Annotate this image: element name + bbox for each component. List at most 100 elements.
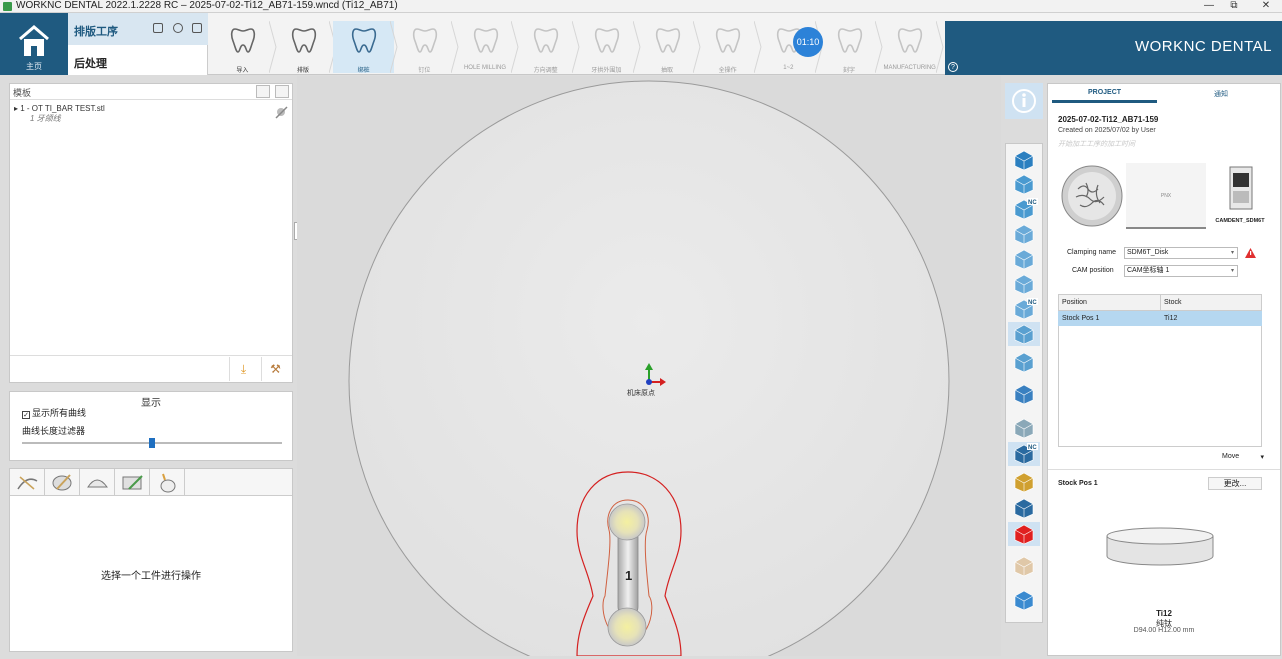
column-header-stock[interactable]: Stock [1160, 294, 1262, 311]
shape-tool-icon [87, 479, 108, 488]
tooth-view-icon[interactable] [1008, 350, 1040, 374]
show-all-curves-checkbox[interactable]: ✓ 显示所有曲线 [22, 406, 86, 419]
alert-icon[interactable] [1008, 522, 1040, 546]
machine-card[interactable]: CAMDENT_SDM6T [1206, 163, 1274, 229]
tooth-icon [352, 28, 377, 53]
workflow-step-11[interactable]: 刻字 [819, 21, 883, 74]
workflow-step-3[interactable]: 绑桩 [333, 21, 398, 74]
operations-message: 选择一个工件进行操作 [101, 571, 201, 582]
tab-project[interactable]: PROJECT [1052, 89, 1157, 96]
collapse-all-icon[interactable] [275, 85, 289, 98]
tab-brush-tool[interactable] [115, 469, 150, 496]
models-header-label: 模板 [13, 88, 32, 98]
home-label: 主页 [26, 62, 42, 71]
workflow-step-12[interactable]: MANUFACTURING [879, 21, 944, 73]
tooth-icon [412, 28, 438, 53]
part-preview-icon[interactable] [1008, 554, 1040, 578]
stock-pos-label: Stock Pos 1 [1058, 480, 1098, 487]
length-filter-knob[interactable] [149, 438, 155, 448]
viewport-canvas[interactable] [297, 76, 1001, 659]
tab-edit-tool[interactable] [45, 469, 80, 496]
front-view-icon[interactable] [1008, 247, 1040, 271]
cylinder-view-icon[interactable] [1008, 416, 1040, 440]
cam-position-label: CAM position [1072, 267, 1114, 274]
warning-icon[interactable] [1245, 248, 1256, 258]
workflow-step-5[interactable]: HOLE MILLING [455, 21, 519, 73]
tab-curve-tool[interactable] [10, 469, 45, 496]
tooth-icon [534, 28, 559, 53]
tab-notifications[interactable]: 通知 [1166, 89, 1276, 99]
tool-holder-icon[interactable] [1008, 470, 1040, 494]
hide-part-icon[interactable] [1008, 322, 1040, 346]
export-icon[interactable] [192, 23, 202, 33]
settings-icon[interactable] [173, 23, 183, 33]
workflow-step-4[interactable]: 钉位 [394, 21, 459, 74]
stock-preview-card[interactable] [1058, 163, 1126, 229]
title-bar: WORKNC DENTAL 2022.1.2228 RC – 2025-07-0… [0, 0, 1282, 13]
workflow-step-2[interactable]: 排版 [273, 21, 337, 74]
column-header-position[interactable]: Position [1058, 294, 1161, 311]
length-filter-label: 曲线长度过滤器 [22, 426, 86, 436]
top-view-icon[interactable] [1008, 222, 1040, 246]
workflow-step-label: HOLE MILLING [463, 65, 506, 71]
chevron-down-icon: ▾ [1230, 268, 1234, 274]
workflow-step-1[interactable]: 导入 [212, 21, 277, 74]
wb-data-icon[interactable] [1008, 496, 1040, 520]
3d-viewport[interactable]: 机床原点 1 [297, 76, 1001, 659]
nc-view-icon[interactable]: NC [1008, 197, 1040, 221]
brand-name: WORKNC DENTAL [1134, 38, 1272, 55]
side-view-icon-glyph [1014, 274, 1034, 295]
cam-position-select[interactable]: CAM坐标轴 1 ▾ [1124, 265, 1238, 277]
curve-tool-icon [17, 476, 38, 490]
task-next-label[interactable]: 后处理 [74, 55, 107, 71]
workflow-step-6[interactable]: 方向调整 [515, 21, 580, 74]
model-item-sub: 1 牙颌线 [30, 114, 61, 123]
tool-icon[interactable]: ⚒ [261, 357, 289, 381]
import-icon[interactable]: ⤓ [229, 357, 257, 381]
hide-part-icon-glyph [1014, 324, 1034, 345]
cam-position-value: CAM坐标轴 1 [1127, 267, 1170, 274]
minimize-button[interactable]: — [1197, 0, 1221, 12]
workflow-step-8[interactable]: 抽取 [637, 21, 701, 74]
info-button[interactable] [1005, 83, 1043, 119]
move-dropdown[interactable]: Move ▾ [1208, 453, 1266, 461]
iso-view-icon[interactable] [1008, 172, 1040, 196]
middle-card-label: PNX [1160, 193, 1172, 199]
workflow-step-9[interactable]: 全操作 [697, 21, 762, 74]
brand-banner: WORKNC DENTAL ? [945, 21, 1282, 75]
workflow-step-7[interactable]: 牙拱外围加 [576, 21, 641, 74]
ring-view-icon-glyph [1014, 384, 1034, 405]
timer-badge: 01:10 [793, 27, 823, 57]
table-row[interactable]: Stock Pos 1 Ti12 [1058, 310, 1262, 326]
change-button[interactable]: 更改... [1208, 477, 1262, 490]
tab-shape-tool[interactable] [80, 469, 115, 496]
hide-model-icon[interactable] [275, 106, 289, 120]
task-active-label: 排版工序 [74, 26, 118, 38]
fit-view-icon[interactable] [1008, 148, 1040, 172]
svg-text:NC: NC [1028, 200, 1037, 206]
edit-tool-icon [52, 474, 72, 491]
tooth-icon [837, 28, 862, 53]
nc-axis-icon[interactable]: NC [1008, 442, 1040, 466]
maximize-button[interactable]: ⧉ [1222, 0, 1246, 12]
nc-side-view-icon[interactable]: NC [1008, 297, 1040, 321]
model-item[interactable]: ▸ 1 - OT TI_BAR TEST.stl [14, 104, 105, 113]
table-header-row: Position Stock [1058, 294, 1262, 311]
middle-card[interactable]: PNX [1126, 163, 1206, 229]
side-view-icon[interactable] [1008, 272, 1040, 296]
help-icon[interactable]: ? [948, 62, 958, 72]
home-button[interactable]: 主页 [0, 13, 68, 75]
task-active-row[interactable]: 排版工序 [68, 13, 208, 45]
tab-hand-tool[interactable] [150, 469, 185, 496]
workflow-step-label: 绑桩 [357, 68, 370, 74]
close-button[interactable]: ✕ [1254, 0, 1278, 12]
wb-data-icon-glyph [1014, 498, 1034, 519]
chevron-down-icon: ▾ [1230, 250, 1234, 256]
eye-view-icon[interactable] [1008, 588, 1040, 612]
expand-all-icon[interactable] [256, 85, 270, 98]
ring-view-icon[interactable] [1008, 382, 1040, 406]
panel-divider [1048, 469, 1280, 470]
task-panel: 排版工序 后处理 [68, 13, 208, 75]
clamping-select[interactable]: SDM6T_Disk ▾ [1124, 247, 1238, 259]
save-icon[interactable] [153, 23, 163, 33]
